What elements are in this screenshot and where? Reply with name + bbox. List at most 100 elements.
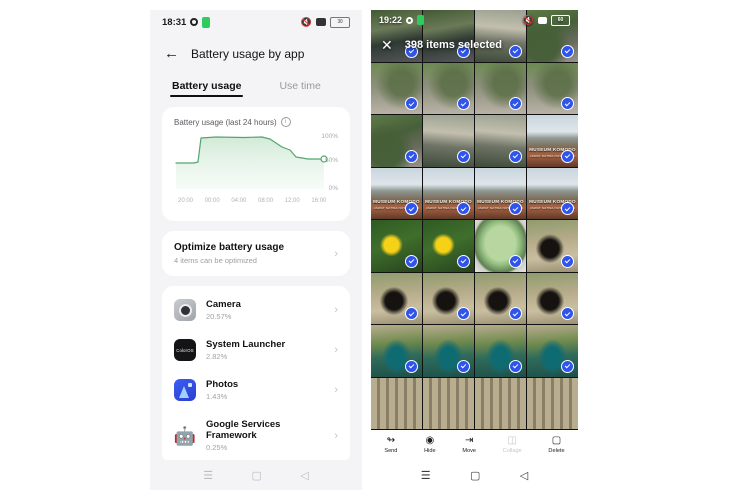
photo-thumbnail: [527, 377, 578, 429]
check-circle-icon[interactable]: [405, 307, 418, 320]
photo-grid: MUSEUM KOMODO JAWAT SATWA NUSANTARA MUSEU…: [371, 10, 578, 430]
photo-cell[interactable]: [527, 377, 578, 429]
optimize-title: Optimize battery usage: [174, 242, 285, 253]
chevron-right-icon: ›: [334, 384, 338, 396]
x-tick-3: 08:00: [258, 198, 274, 204]
check-circle-icon[interactable]: [405, 359, 418, 373]
photo-cell[interactable]: [423, 62, 474, 114]
back-arrow-icon[interactable]: ←: [164, 46, 179, 61]
move-label: Move: [462, 448, 477, 454]
photo-cell[interactable]: [371, 62, 422, 114]
photo-cell[interactable]: MUSEUM KOMODO JAWAT SATWA NUSANTARA: [475, 167, 526, 219]
move-button[interactable]: ⇥ Move: [462, 435, 477, 455]
app-row-photos[interactable]: Photos 1.43% ›: [174, 370, 338, 410]
hide-button[interactable]: ◉ Hide: [424, 436, 436, 455]
photo-cell[interactable]: [371, 377, 422, 429]
photo-cell[interactable]: [423, 377, 474, 429]
left-phone-panel: 18:31 🔇 30 ← Battery usage by app Batter…: [150, 10, 362, 490]
photo-cell[interactable]: [527, 272, 578, 324]
photo-cell[interactable]: [475, 62, 526, 114]
photo-cell[interactable]: [371, 325, 422, 377]
photo-cell[interactable]: [475, 220, 526, 272]
check-circle-icon[interactable]: [405, 97, 418, 110]
y-tick-0: 0%: [328, 185, 338, 192]
app-row-camera[interactable]: Camera 20.57% ›: [174, 290, 338, 330]
photo-cell[interactable]: [423, 220, 474, 272]
y-tick-100: 100%: [321, 133, 338, 140]
photo-cell[interactable]: [527, 325, 578, 377]
chevron-right-icon: ›: [334, 429, 338, 442]
move-to-icon: ⇥: [464, 435, 474, 446]
photo-cell[interactable]: [371, 115, 422, 167]
chevron-right-icon: ›: [334, 344, 338, 356]
check-circle-icon[interactable]: [561, 149, 574, 163]
check-circle-icon[interactable]: [561, 254, 574, 268]
x-tick-4: 12:00: [284, 198, 300, 204]
app-row-system-launcher[interactable]: ColorOS System Launcher 2.82% ›: [174, 330, 338, 370]
android-app-icon: 🤖: [174, 425, 196, 446]
recents-icon[interactable]: ☰: [421, 469, 431, 482]
app-row-google-services-framework[interactable]: 🤖 Google Services Framework 0.25% ›: [174, 410, 338, 461]
chart-y-axis: 100% 50% 0%: [312, 133, 338, 195]
check-circle-icon[interactable]: [561, 202, 574, 215]
check-circle-icon[interactable]: [509, 307, 522, 320]
back-icon[interactable]: ◁: [300, 469, 308, 482]
photo-cell[interactable]: [475, 115, 526, 167]
photo-cell[interactable]: [475, 272, 526, 324]
photo-cell[interactable]: [371, 272, 422, 324]
check-circle-icon[interactable]: [457, 307, 470, 320]
tab-use-time[interactable]: Use time: [277, 73, 322, 97]
check-circle-icon[interactable]: [561, 97, 574, 110]
info-icon[interactable]: i: [280, 117, 291, 127]
optimize-battery-row[interactable]: Optimize battery usage 4 items can be op…: [162, 231, 350, 276]
mute-icon: 🔇: [522, 14, 534, 25]
app-battery-list: Camera 20.57% › ColorOS System Launcher …: [162, 286, 350, 465]
battery-chart-card: Battery usage (last 24 hours) i 100% 50%…: [162, 107, 350, 221]
photo-cell[interactable]: [527, 62, 578, 114]
photo-cell[interactable]: [423, 115, 474, 167]
optimize-subtitle: 4 items can be optimized: [174, 256, 257, 265]
check-circle-icon[interactable]: [457, 202, 470, 215]
photo-cell[interactable]: MUSEUM KOMODO JAWAT SATWA NUSANTARA: [527, 167, 578, 219]
green-indicator-icon: [417, 15, 425, 25]
check-circle-icon[interactable]: [405, 254, 418, 268]
tab-battery-usage[interactable]: Battery usage: [170, 73, 244, 97]
app-name: Google Services Framework: [206, 419, 281, 441]
check-circle-icon[interactable]: [561, 359, 574, 373]
check-circle-icon[interactable]: [509, 97, 522, 110]
battery-icon: 60: [551, 14, 570, 26]
check-circle-icon[interactable]: [509, 202, 522, 215]
photo-cell[interactable]: MUSEUM KOMODO JAWAT SATWA NUSANTARA: [371, 167, 422, 219]
home-icon[interactable]: ▢: [470, 469, 480, 482]
home-icon[interactable]: ▢: [251, 469, 261, 482]
photo-cell[interactable]: [527, 220, 578, 272]
send-button[interactable]: ↬ Send: [384, 435, 397, 455]
photo-cell[interactable]: [475, 377, 526, 429]
photo-cell[interactable]: [423, 325, 474, 377]
check-circle-icon[interactable]: [509, 149, 522, 163]
check-circle-icon[interactable]: [457, 254, 470, 268]
collage-icon: ◫: [507, 435, 517, 446]
left-top-bar: ← Battery usage by app: [150, 34, 362, 69]
back-icon[interactable]: ◁: [520, 469, 528, 482]
check-circle-icon[interactable]: [457, 149, 470, 163]
check-circle-icon[interactable]: [457, 359, 470, 373]
check-circle-icon[interactable]: [509, 359, 522, 373]
chart-title: Battery usage (last 24 hours): [174, 117, 277, 127]
recents-icon[interactable]: ☰: [203, 469, 213, 482]
check-circle-icon[interactable]: [405, 202, 418, 215]
check-circle-icon[interactable]: [509, 254, 522, 268]
photo-cell[interactable]: [423, 272, 474, 324]
check-circle-icon[interactable]: [457, 97, 470, 110]
photo-cell[interactable]: [475, 325, 526, 377]
tab-bar: Battery usage Use time: [150, 69, 362, 97]
close-icon[interactable]: ✕: [381, 38, 393, 52]
photo-cell[interactable]: MUSEUM KOMODO JAWAT SATWA NUSANTARA: [423, 167, 474, 219]
delete-button[interactable]: ▢ Delete: [548, 436, 564, 455]
check-circle-icon[interactable]: [561, 307, 574, 320]
check-circle-icon[interactable]: [405, 149, 418, 163]
photo-cell[interactable]: MUSEUM KOMODO JAWAT SATWA NUSANTARA: [527, 115, 578, 167]
photo-cell[interactable]: [371, 220, 422, 272]
battery-chart: 100% 50% 0% 20:00 00:00 04:00 08:00 12:0…: [174, 133, 338, 211]
share-icon: ↬: [386, 435, 396, 446]
